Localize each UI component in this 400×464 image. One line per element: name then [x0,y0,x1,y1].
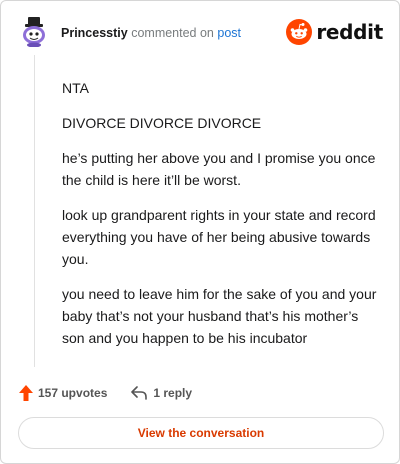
comment-paragraph: DIVORCE DIVORCE DIVORCE [62,115,262,131]
upvote-button[interactable]: 157 upvotes [19,385,107,401]
reply-arrow-icon [131,386,148,400]
comment-paragraph: NTA [62,80,89,96]
upvote-arrow-icon [19,385,33,401]
upvote-count: 157 upvotes [38,386,108,400]
comment-paragraph: you need to leave him for the sake of yo… [62,286,377,346]
comment-paragraph: he’s putting her above you and I promise… [62,150,376,188]
brand-wordmark: reddit [316,20,383,44]
comment-actions: 157 upvotes 1 reply [19,383,192,403]
thread-line[interactable] [34,55,35,367]
comment-meta: Princesstiy commented on post [61,26,241,40]
username[interactable]: Princesstiy [61,26,128,40]
comment-paragraph: look up grandparent rights in your state… [62,207,376,267]
reddit-logo-icon [286,19,313,45]
comment-header: Princesstiy commented on post reddit [17,15,383,51]
post-link[interactable]: post [217,26,241,40]
comment-body: NTA DIVORCE DIVORCE DIVORCE he’s putting… [62,77,382,362]
reddit-brand[interactable]: reddit [286,17,383,47]
reply-count: 1 reply [153,386,193,400]
comment-card: Princesstiy commented on post reddit NTA… [0,0,400,464]
snoo-avatar-icon [23,17,45,48]
view-conversation-button[interactable]: View the conversation [18,417,384,449]
avatar[interactable] [19,17,49,48]
commented-text: commented on [131,26,214,40]
reply-button[interactable]: 1 reply [131,386,192,400]
